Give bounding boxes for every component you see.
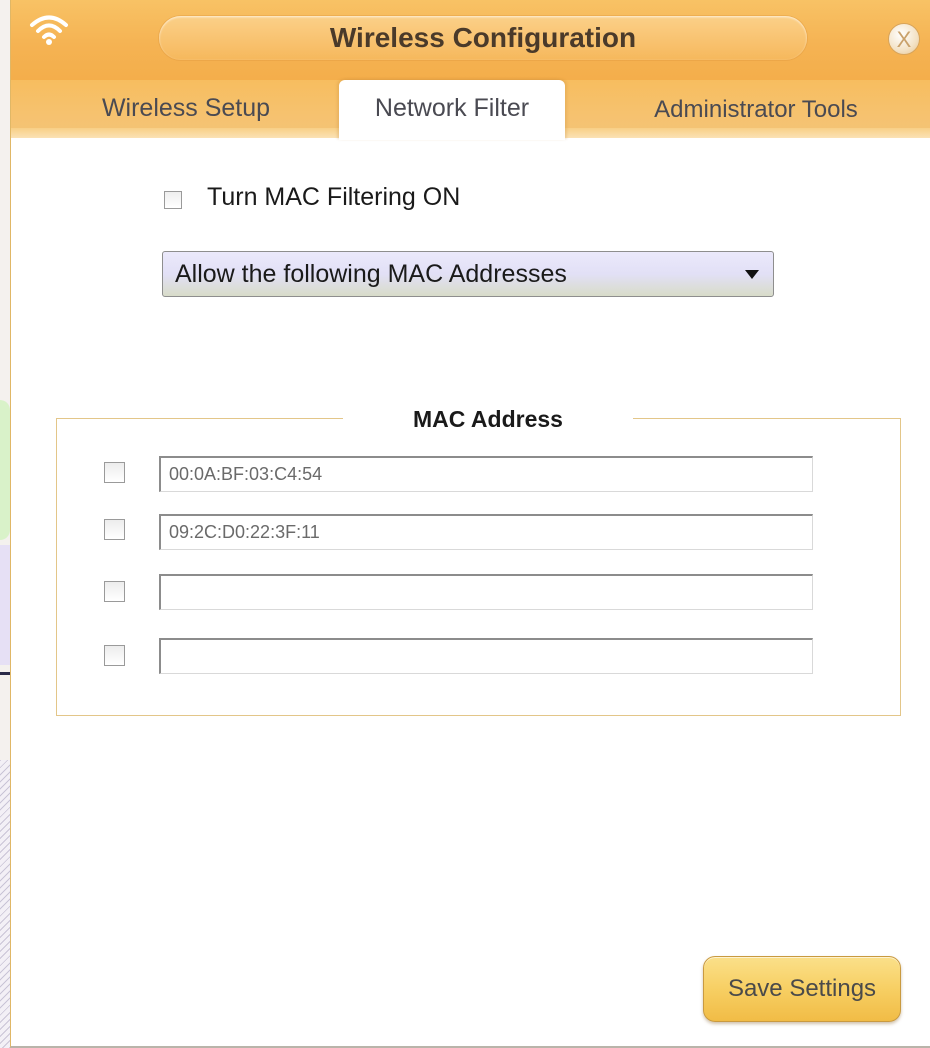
mac-address-input[interactable] xyxy=(159,638,813,674)
mac-row-checkbox[interactable] xyxy=(104,645,125,666)
tab-wireless-setup[interactable]: Wireless Setup xyxy=(71,80,301,138)
close-icon[interactable]: X xyxy=(888,23,920,55)
background-decoration xyxy=(0,400,10,540)
title-bar: Wireless Configuration X xyxy=(11,0,930,80)
page: Wireless Configuration X Wireless Setup … xyxy=(0,0,930,1048)
mac-filtering-checkbox[interactable] xyxy=(164,191,182,209)
mac-address-input[interactable] xyxy=(159,456,813,492)
dropdown-arrow-icon xyxy=(745,270,759,279)
wireless-configuration-window: Wireless Configuration X Wireless Setup … xyxy=(10,0,930,1048)
mac-row-checkbox[interactable] xyxy=(104,462,125,483)
tab-administrator-tools[interactable]: Administrator Tools xyxy=(621,80,891,138)
mac-address-input[interactable] xyxy=(159,574,813,610)
mac-address-input[interactable] xyxy=(159,514,813,550)
filter-mode-value: Allow the following MAC Addresses xyxy=(175,260,567,288)
background-decoration xyxy=(0,545,10,665)
mac-row-checkbox[interactable] xyxy=(104,519,125,540)
filter-mode-select[interactable]: Allow the following MAC Addresses xyxy=(162,251,774,297)
mac-filtering-label: Turn MAC Filtering ON xyxy=(207,183,461,211)
tab-network-filter[interactable]: Network Filter xyxy=(339,80,565,140)
mac-address-legend: MAC Address xyxy=(343,404,633,434)
window-title: Wireless Configuration xyxy=(329,22,637,53)
save-settings-button[interactable]: Save Settings xyxy=(703,956,901,1022)
wifi-icon xyxy=(30,15,68,45)
mac-row-checkbox[interactable] xyxy=(104,581,125,602)
